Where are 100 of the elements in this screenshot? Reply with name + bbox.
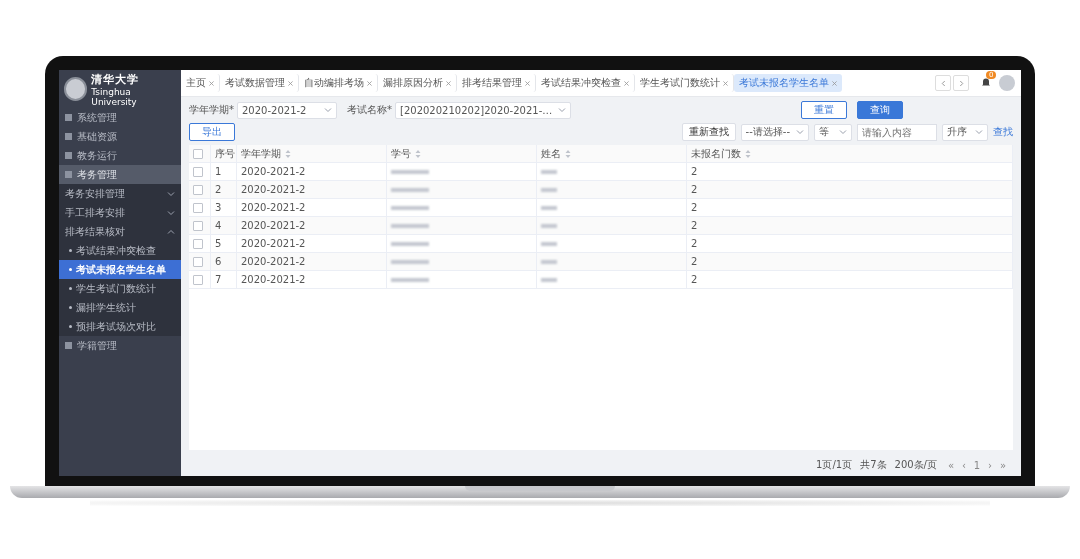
- bell-icon[interactable]: [981, 77, 991, 87]
- tab[interactable]: 考试结果冲突检查: [536, 74, 635, 92]
- table-cell: 2020-2021-2: [241, 184, 306, 195]
- sidebar-subitem[interactable]: 预排考试场次对比: [59, 317, 181, 336]
- sidebar-item[interactable]: 考务管理: [59, 165, 181, 184]
- row-checkbox[interactable]: [193, 274, 203, 285]
- sidebar-group[interactable]: 考务安排管理: [59, 184, 181, 203]
- redacted-name: [541, 187, 557, 192]
- redacted-name: [541, 205, 557, 210]
- sort-icon[interactable]: [415, 148, 421, 159]
- table-cell: 4: [215, 220, 222, 231]
- table-cell: 2020-2021-2: [241, 274, 306, 285]
- chevron-icon: [167, 227, 175, 236]
- redacted-id: [391, 241, 429, 246]
- chevron-icon: [167, 189, 175, 198]
- tabs-left-button[interactable]: [935, 75, 951, 91]
- chevron-icon: [167, 208, 175, 217]
- logo-subtitle: Tsinghua University: [91, 86, 138, 107]
- table-cell: 7: [215, 274, 222, 285]
- chevron-right-icon: [958, 79, 964, 87]
- close-icon[interactable]: [367, 80, 372, 86]
- sidebar-item[interactable]: 学籍管理: [59, 336, 181, 355]
- reset-button[interactable]: 重置: [801, 101, 847, 119]
- operator-select[interactable]: 等: [814, 123, 852, 141]
- tab[interactable]: 漏排原因分析: [378, 74, 457, 92]
- redacted-id: [391, 169, 429, 174]
- table-cell: 2020-2021-2: [241, 220, 306, 231]
- chevron-left-icon: [940, 79, 946, 87]
- sidebar-item[interactable]: 基础资源: [59, 127, 181, 146]
- order-select[interactable]: 升序: [942, 123, 988, 141]
- redacted-id: [391, 223, 429, 228]
- table-cell: 2: [691, 274, 698, 285]
- refind-button[interactable]: 重新查找: [681, 123, 736, 141]
- tab[interactable]: 考试数据管理: [220, 74, 299, 92]
- column-header: 未报名门数: [691, 146, 741, 161]
- sidebar-subitem[interactable]: 考试结果冲突检查: [59, 241, 181, 260]
- sidebar-group[interactable]: 手工排考安排: [59, 203, 181, 222]
- close-icon[interactable]: [624, 80, 629, 86]
- close-icon[interactable]: [288, 80, 293, 86]
- table-cell: 3: [215, 202, 222, 213]
- search-field[interactable]: 请输入内容: [857, 123, 937, 141]
- sidebar-subitem[interactable]: 考试未报名学生名单: [59, 260, 181, 279]
- row-checkbox[interactable]: [193, 256, 203, 267]
- table-cell: 2: [691, 166, 698, 177]
- sort-icon[interactable]: [745, 148, 751, 159]
- find-link[interactable]: 查找: [993, 125, 1013, 139]
- column-header: 学号: [391, 146, 411, 161]
- sidebar-subitem[interactable]: 漏排学生统计: [59, 298, 181, 317]
- redacted-id: [391, 205, 429, 210]
- column-header: 姓名: [541, 146, 561, 161]
- sidebar-subitem[interactable]: 学生考试门数统计: [59, 279, 181, 298]
- tabs-right-button[interactable]: [953, 75, 969, 91]
- close-icon[interactable]: [525, 80, 530, 86]
- redacted-id: [391, 277, 429, 282]
- tab[interactable]: 排考结果管理: [457, 74, 536, 92]
- filter-label: 考试名称*: [347, 103, 392, 117]
- redacted-name: [541, 169, 557, 174]
- chevron-icon: [796, 128, 804, 136]
- menu-icon: [65, 152, 72, 159]
- filter-select[interactable]: 2020-2021-2: [237, 101, 337, 119]
- row-checkbox[interactable]: [193, 202, 203, 213]
- redacted-name: [541, 259, 557, 264]
- filter-select[interactable]: [202020210202]2020-2021-…: [395, 101, 572, 119]
- row-checkbox[interactable]: [193, 220, 203, 231]
- tab[interactable]: 主页: [181, 74, 220, 92]
- page-size[interactable]: 200条/页: [894, 458, 937, 472]
- row-checkbox[interactable]: [193, 184, 203, 195]
- close-icon[interactable]: [723, 80, 728, 86]
- table-cell: 2020-2021-2: [241, 238, 306, 249]
- menu-icon: [65, 171, 72, 178]
- redacted-id: [391, 259, 429, 264]
- query-button[interactable]: 查询: [857, 101, 903, 119]
- chevron-icon: [975, 128, 983, 136]
- row-checkbox[interactable]: [193, 166, 203, 177]
- chevron-icon: [558, 106, 567, 114]
- sidebar-item[interactable]: 系统管理: [59, 108, 181, 127]
- sort-icon[interactable]: [565, 148, 571, 159]
- sidebar-group[interactable]: 排考结果核对: [59, 222, 181, 241]
- table-cell: 2: [215, 184, 222, 195]
- table-cell: 2: [691, 238, 698, 249]
- export-button[interactable]: 导出: [189, 123, 235, 141]
- row-checkbox[interactable]: [193, 238, 203, 249]
- close-icon[interactable]: [446, 80, 451, 86]
- menu-icon: [65, 114, 72, 121]
- sort-icon[interactable]: [285, 148, 291, 159]
- avatar-icon[interactable]: [999, 75, 1015, 91]
- close-icon[interactable]: [209, 80, 214, 86]
- redacted-name: [541, 241, 557, 246]
- logo-text: 清华大学: [91, 71, 141, 87]
- redacted-name: [541, 223, 557, 228]
- tab[interactable]: 考试未报名学生名单: [734, 74, 842, 92]
- tab[interactable]: 自动编排考场: [299, 74, 378, 92]
- close-icon[interactable]: [832, 80, 837, 86]
- table-cell: 2: [691, 256, 698, 267]
- sidebar-item[interactable]: 教务运行: [59, 146, 181, 165]
- table-cell: 2020-2021-2: [241, 202, 306, 213]
- field-select[interactable]: --请选择--: [740, 123, 809, 141]
- select-all-checkbox[interactable]: [193, 148, 203, 159]
- page-info: 1页/1页: [816, 458, 853, 472]
- table-cell: 2: [691, 220, 698, 231]
